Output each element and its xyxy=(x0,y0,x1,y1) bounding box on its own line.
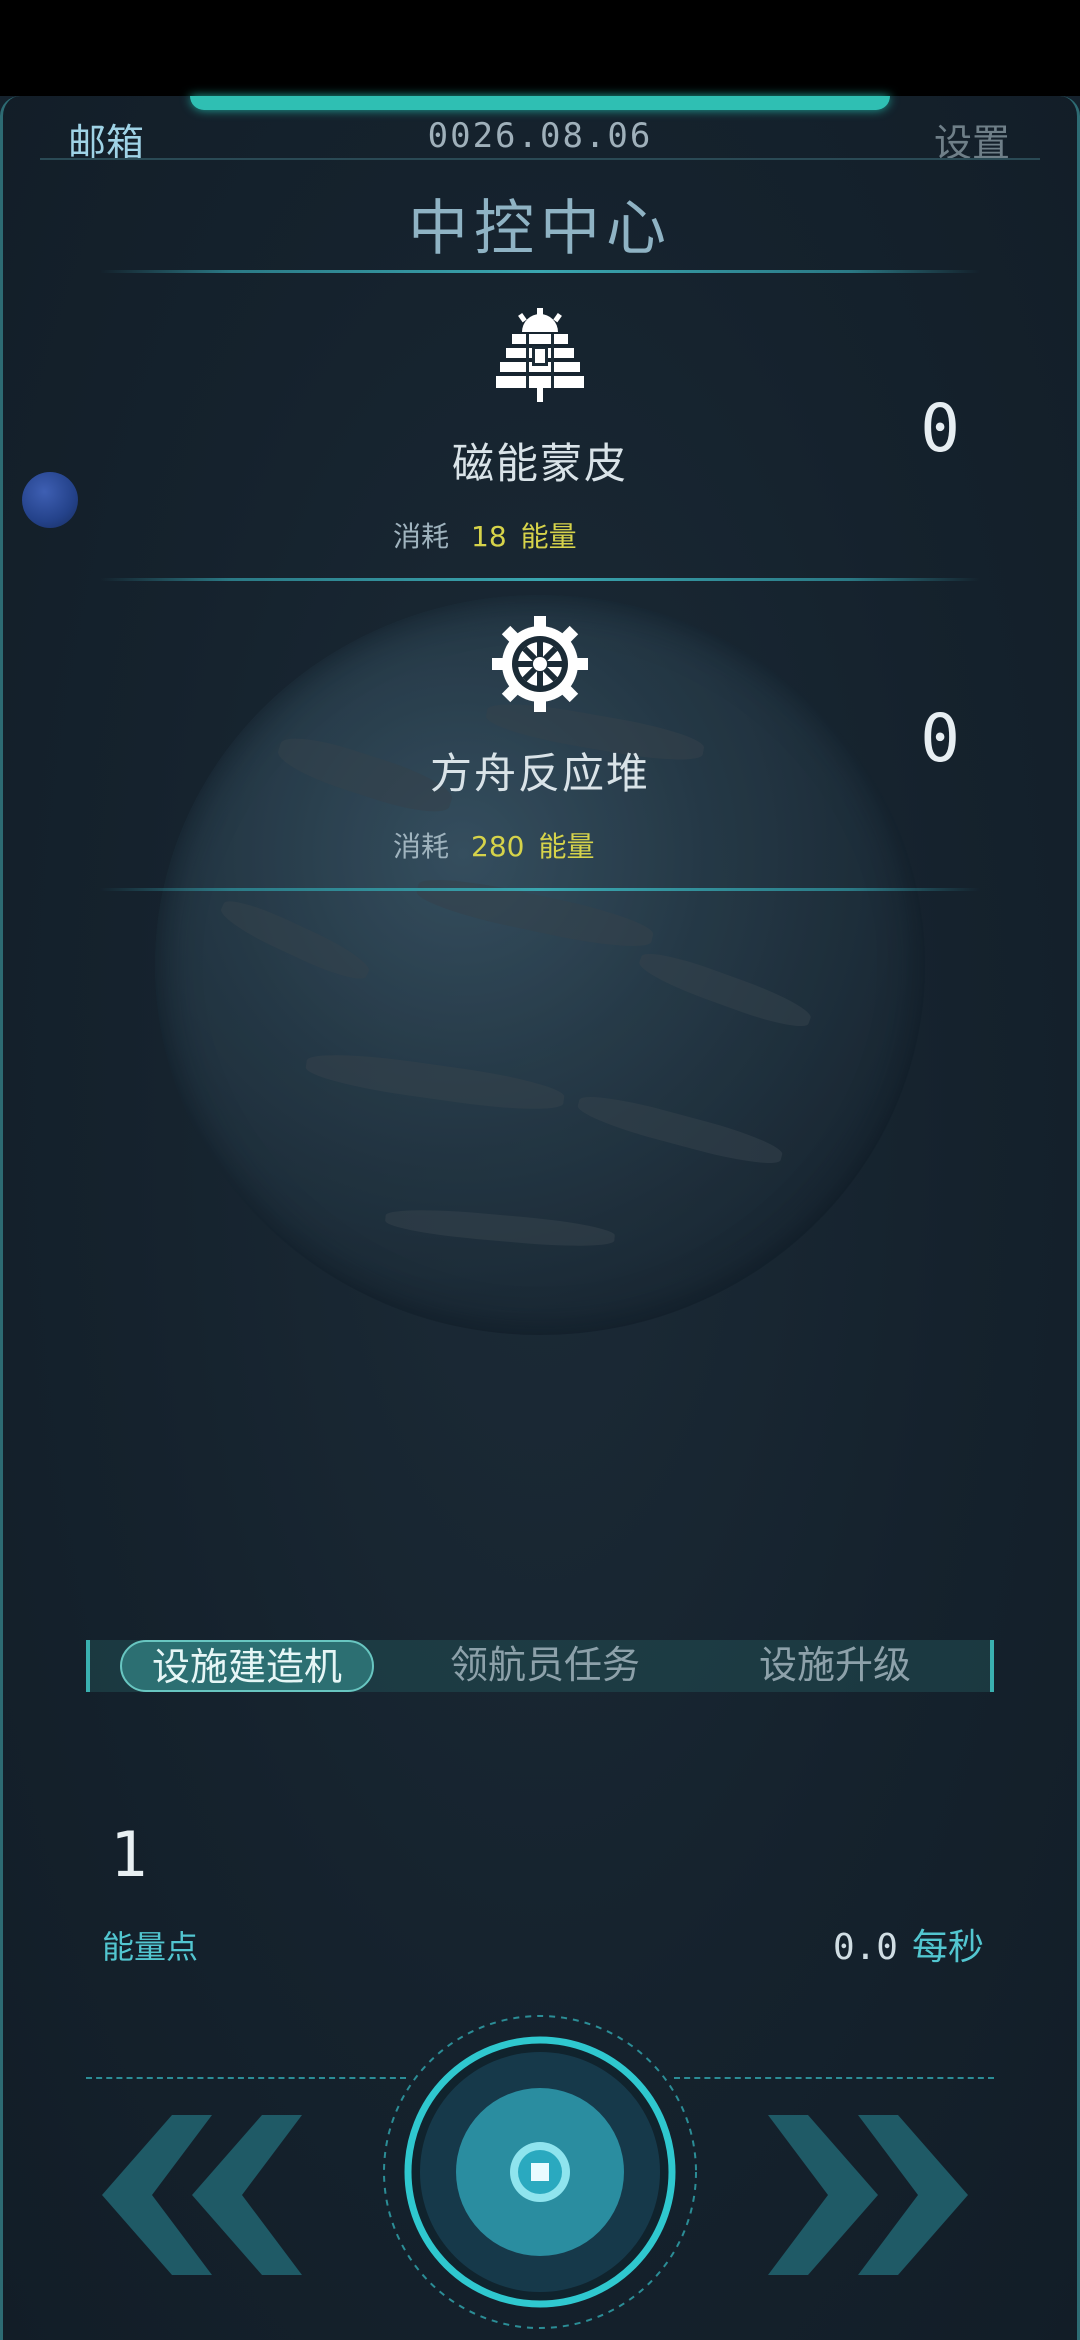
tab-bar: 设施建造机 领航员任务 设施升级 xyxy=(86,1640,994,1692)
double-chevron-right-icon[interactable] xyxy=(768,2115,978,2275)
tab-facility-upgrade[interactable]: 设施升级 xyxy=(730,1640,940,1692)
facility-item-ark-reactor[interactable]: 方舟反应堆 消耗 280 能量 0 xyxy=(0,610,1080,890)
facility-count: 0 xyxy=(920,700,960,777)
facility-name: 方舟反应堆 xyxy=(429,749,650,798)
page-title: 中控中心 xyxy=(408,194,672,264)
bottom-divider-right xyxy=(674,2077,994,2079)
facility-cost: 消耗 280 能量 xyxy=(393,825,594,865)
facility-divider xyxy=(100,888,980,891)
reactor-gear-icon xyxy=(492,616,588,712)
top-bar: 邮箱 0026.08.06 设置 xyxy=(0,110,1080,165)
cost-value: 280 xyxy=(471,830,525,863)
cost-unit: 能量 xyxy=(538,830,595,863)
status-bar xyxy=(0,0,1080,96)
game-date: 0026.08.06 xyxy=(427,116,653,156)
topbar-divider xyxy=(40,158,1040,160)
energy-points-value: 1 xyxy=(110,1818,148,1891)
facility-item-magnetic-skin[interactable]: 磁能蒙皮 消耗 18 能量 0 xyxy=(0,300,1080,580)
facility-name: 磁能蒙皮 xyxy=(451,439,628,488)
cost-unit: 能量 xyxy=(520,520,577,553)
double-chevron-left-icon[interactable] xyxy=(102,2115,312,2275)
title-divider xyxy=(100,270,980,273)
rate-value: 0.0 xyxy=(832,1927,898,1968)
facility-divider xyxy=(100,578,980,581)
rate-unit: 每秒 xyxy=(911,1927,984,1968)
energy-points-label: 能量点 xyxy=(102,1928,199,1966)
facility-count: 0 xyxy=(920,390,960,467)
energy-rate: 0.0 每秒 xyxy=(833,1918,984,1970)
cost-value: 18 xyxy=(471,520,507,553)
cost-label: 消耗 xyxy=(393,830,450,863)
facility-cost: 消耗 18 能量 xyxy=(393,515,577,555)
bottom-divider-left xyxy=(86,2077,406,2079)
solar-panel-icon xyxy=(496,308,584,402)
core-button-icon[interactable] xyxy=(380,2012,700,2332)
tab-facility-builder[interactable]: 设施建造机 xyxy=(120,1640,374,1692)
frame-top-accent xyxy=(190,96,890,110)
tab-navigator-missions[interactable]: 领航员任务 xyxy=(420,1640,670,1692)
cost-label: 消耗 xyxy=(393,520,450,553)
